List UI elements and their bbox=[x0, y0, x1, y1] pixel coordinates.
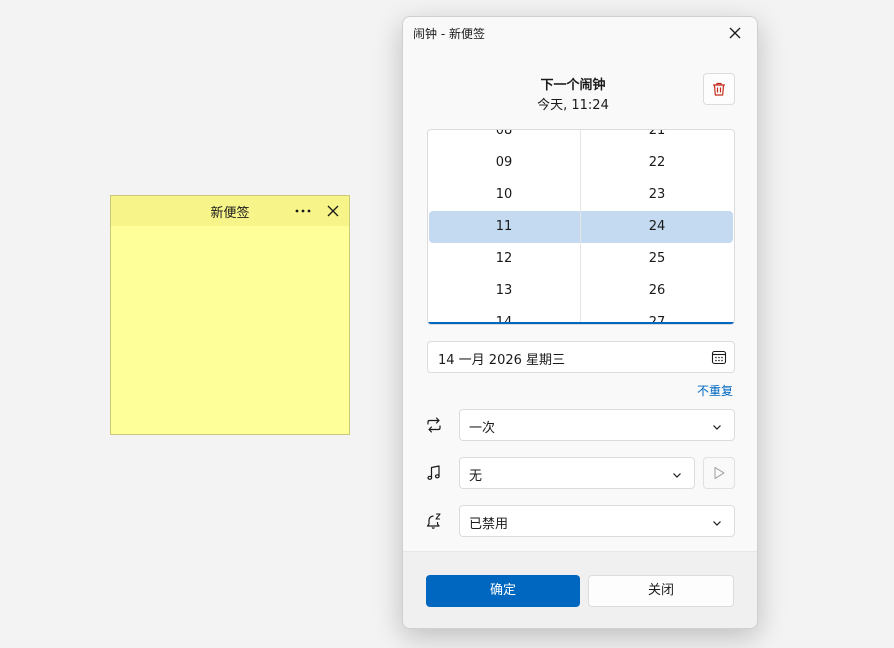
sticky-note-title: 新便签 bbox=[210, 205, 250, 221]
trash-icon bbox=[713, 82, 725, 96]
more-options-icon[interactable] bbox=[293, 204, 313, 218]
time-picker-focus-underline bbox=[428, 322, 734, 324]
play-icon bbox=[714, 466, 725, 480]
date-picker-field[interactable]: 14 一月 2026 星期三 bbox=[427, 341, 735, 373]
snooze-select-value: 已禁用 bbox=[469, 517, 509, 532]
sticky-note-body[interactable] bbox=[111, 226, 349, 434]
alarm-dialog: 闹钟 - 新便签 下一个闹钟 今天, 11:24 08 09 10 11 12 … bbox=[402, 16, 758, 629]
sticky-note-titlebar[interactable]: 新便签 bbox=[111, 196, 349, 226]
hour-item[interactable]: 12 bbox=[428, 243, 580, 275]
hour-item[interactable]: 09 bbox=[428, 147, 580, 179]
next-alarm-time: 今天, 11:24 bbox=[537, 98, 609, 113]
hour-item-selected[interactable]: 11 bbox=[428, 211, 580, 243]
chevron-down-icon bbox=[712, 421, 722, 431]
calendar-icon[interactable] bbox=[711, 349, 727, 365]
time-picker[interactable]: 08 09 10 11 12 13 14 21 22 23 24 25 26 2… bbox=[427, 129, 735, 325]
delete-alarm-button[interactable] bbox=[703, 73, 735, 105]
date-value: 14 一月 2026 星期三 bbox=[438, 353, 566, 368]
music-note-icon bbox=[425, 464, 443, 482]
close-button[interactable]: 关闭 bbox=[588, 575, 734, 607]
minute-item-selected[interactable]: 24 bbox=[581, 211, 733, 243]
repeat-select-value: 一次 bbox=[469, 421, 496, 436]
repeat-select[interactable]: 一次 bbox=[459, 409, 735, 441]
hour-column[interactable]: 08 09 10 11 12 13 14 bbox=[428, 130, 580, 324]
close-icon[interactable] bbox=[325, 203, 341, 219]
minute-column[interactable]: 21 22 23 24 25 26 27 bbox=[581, 130, 733, 324]
repeat-icon bbox=[425, 416, 443, 434]
hour-item[interactable]: 13 bbox=[428, 275, 580, 307]
ok-button[interactable]: 确定 bbox=[426, 575, 580, 607]
next-alarm-heading: 下一个闹钟 bbox=[540, 78, 606, 93]
snooze-icon bbox=[425, 512, 443, 530]
minute-item[interactable]: 23 bbox=[581, 179, 733, 211]
minute-item[interactable]: 25 bbox=[581, 243, 733, 275]
dialog-footer: 确定 关闭 bbox=[403, 551, 757, 628]
dialog-title: 闹钟 - 新便签 bbox=[413, 27, 485, 41]
chevron-down-icon bbox=[712, 517, 722, 527]
repeat-summary-link[interactable]: 不重复 bbox=[697, 382, 733, 399]
preview-sound-button[interactable] bbox=[703, 457, 735, 489]
chevron-down-icon bbox=[672, 469, 682, 479]
minute-item[interactable]: 22 bbox=[581, 147, 733, 179]
snooze-select[interactable]: 已禁用 bbox=[459, 505, 735, 537]
sound-select-value: 无 bbox=[469, 469, 483, 484]
hour-item[interactable]: 10 bbox=[428, 179, 580, 211]
hour-item[interactable]: 08 bbox=[428, 130, 580, 147]
sticky-note[interactable]: 新便签 bbox=[110, 195, 350, 435]
sound-select[interactable]: 无 bbox=[459, 457, 695, 489]
close-icon[interactable] bbox=[727, 25, 743, 41]
minute-item[interactable]: 26 bbox=[581, 275, 733, 307]
minute-item[interactable]: 21 bbox=[581, 130, 733, 147]
